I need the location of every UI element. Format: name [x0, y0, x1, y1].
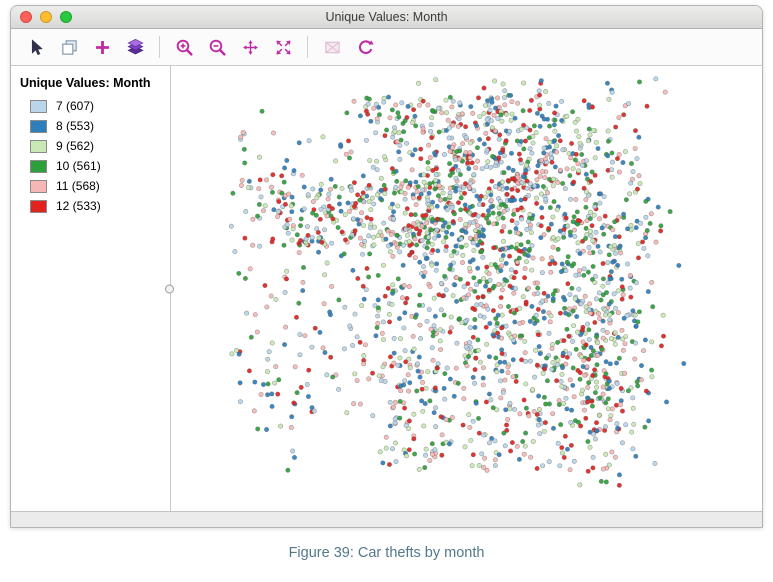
legend-label: 12 (533) — [56, 199, 101, 213]
legend-swatch — [30, 179, 47, 193]
legend-swatch — [30, 119, 47, 133]
splitter-handle[interactable] — [165, 284, 174, 293]
traffic-lights — [20, 11, 72, 23]
add-button[interactable] — [87, 33, 117, 61]
legend-item[interactable]: 8 (553) — [30, 119, 164, 133]
legend-label: 9 (562) — [56, 139, 95, 153]
legend-panel: Unique Values: Month 7 (607) 8 (553) 9 (56… — [11, 66, 171, 511]
toolbar — [11, 29, 762, 66]
pan-icon — [242, 39, 258, 55]
selection-mode-button[interactable] — [54, 33, 84, 61]
map-area[interactable] — [178, 66, 762, 511]
page: Unique Values: Month Unique Values: Mont… — [0, 0, 773, 582]
refresh-icon — [358, 39, 374, 54]
legend-swatch — [30, 199, 47, 213]
content-area: Unique Values: Month 7 (607) 8 (553) 9 (56… — [11, 66, 762, 511]
status-bar — [11, 511, 762, 527]
titlebar: Unique Values: Month — [11, 6, 762, 29]
legend-item[interactable]: 9 (562) — [30, 139, 164, 153]
layers-button[interactable] — [120, 33, 150, 61]
legend-item[interactable]: 11 (568) — [30, 179, 164, 193]
zoom-out-button[interactable] — [202, 33, 232, 61]
app-window: Unique Values: Month Unique Values: Mont… — [10, 5, 763, 528]
zoom-in-icon — [176, 39, 193, 56]
full-extent-icon — [275, 39, 291, 55]
layers-icon — [126, 38, 144, 54]
legend-swatch — [30, 139, 47, 153]
plus-icon — [95, 40, 109, 54]
legend-label: 8 (553) — [56, 119, 95, 133]
select-cursor-icon — [31, 39, 42, 55]
legend-label: 7 (607) — [56, 99, 95, 113]
full-extent-button[interactable] — [268, 33, 298, 61]
select-tool-button[interactable] — [21, 33, 51, 61]
legend-item[interactable]: 12 (533) — [30, 199, 164, 213]
legend-swatch — [30, 99, 47, 113]
zoom-in-button[interactable] — [169, 33, 199, 61]
close-button[interactable] — [20, 11, 32, 23]
refresh-button[interactable] — [350, 33, 380, 61]
legend-item[interactable]: 10 (561) — [30, 159, 164, 173]
base-map-disabled-icon — [324, 41, 340, 53]
pan-button[interactable] — [235, 33, 265, 61]
legend-label: 11 (568) — [56, 179, 100, 193]
splitter[interactable] — [165, 66, 178, 511]
legend-items: 7 (607) 8 (553) 9 (562) 10 (561) 11 (568) 12 … — [20, 99, 164, 213]
legend-swatch — [30, 159, 47, 173]
minimize-button[interactable] — [40, 11, 52, 23]
toolbar-separator — [307, 36, 308, 58]
base-map-button[interactable] — [317, 33, 347, 61]
legend-title: Unique Values: Month — [20, 76, 151, 90]
map-canvas[interactable] — [178, 66, 762, 511]
window-title: Unique Values: Month — [325, 10, 448, 24]
zoom-out-icon — [209, 39, 226, 56]
maximize-button[interactable] — [60, 11, 72, 23]
selection-mode-icon — [61, 39, 77, 55]
legend-label: 10 (561) — [56, 159, 101, 173]
toolbar-separator — [159, 36, 160, 58]
figure-caption: Figure 39: Car thefts by month — [288, 545, 485, 561]
legend-item[interactable]: 7 (607) — [30, 99, 164, 113]
